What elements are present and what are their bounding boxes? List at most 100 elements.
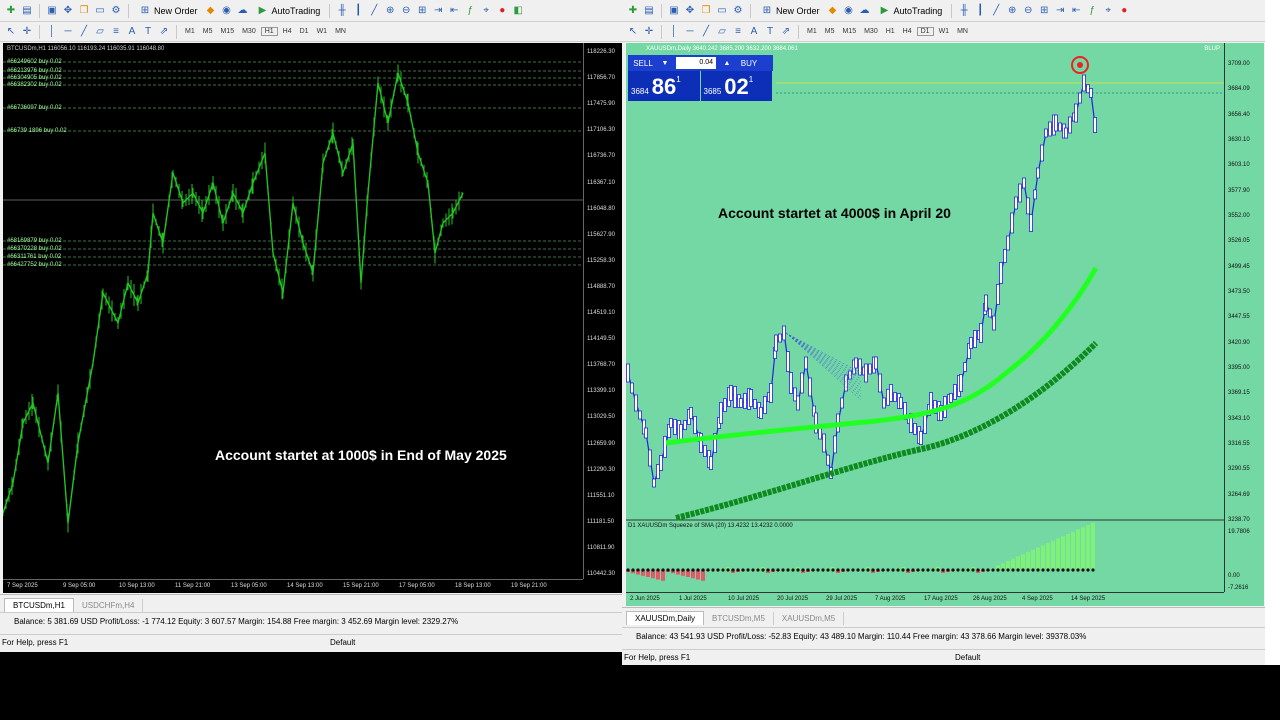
order-label[interactable]: #68169879 buy 0.02: [7, 238, 62, 244]
timeframe-w1[interactable]: W1: [314, 28, 331, 35]
tab-xauusdm-daily[interactable]: XAUUSDm,Daily: [626, 611, 705, 625]
buy-button[interactable]: BUY: [734, 59, 764, 68]
screenshot-icon[interactable]: ◧: [511, 4, 525, 18]
metaeditor-icon[interactable]: ◆: [204, 4, 218, 18]
candlestick-icon[interactable]: ┃: [351, 4, 365, 18]
order-label[interactable]: #66311761 buy 0.02: [7, 254, 61, 260]
horizontal-line-icon[interactable]: ─: [683, 25, 697, 39]
channel-icon[interactable]: ▱: [715, 25, 729, 39]
zoom-out-icon[interactable]: ⊖: [399, 4, 413, 18]
tab-xauusdm-m5[interactable]: XAUUSDm,M5: [774, 612, 845, 625]
indicators-icon[interactable]: ƒ: [1085, 4, 1099, 18]
signals-icon[interactable]: ◉: [842, 4, 856, 18]
timeframe-h4[interactable]: H4: [280, 28, 295, 35]
horizontal-line-icon[interactable]: ─: [61, 25, 75, 39]
price-scale[interactable]: 118226.30 117856.70 117475.90 117106.30 1167…: [583, 43, 623, 579]
timeframe-m15[interactable]: M15: [217, 28, 237, 35]
order-label[interactable]: #66382302 buy 0.02: [7, 82, 62, 88]
text-icon[interactable]: A: [747, 25, 761, 39]
order-label[interactable]: #66739 1896 buy 0.02: [7, 128, 67, 134]
crosshair-icon[interactable]: ✛: [20, 25, 34, 39]
timeframe-d1[interactable]: D1: [916, 27, 934, 36]
timeframe-h1[interactable]: H1: [260, 27, 278, 36]
order-label[interactable]: #66370228 buy 0.02: [7, 246, 62, 252]
vps-icon[interactable]: ☁: [236, 4, 250, 18]
timeframe-m15[interactable]: M15: [839, 28, 859, 35]
market-watch-icon[interactable]: ▣: [667, 4, 681, 18]
channel-icon[interactable]: ▱: [93, 25, 107, 39]
navigator-icon[interactable]: ✥: [61, 4, 75, 18]
label-icon[interactable]: T: [763, 25, 777, 39]
tester-icon[interactable]: ⚙: [731, 4, 745, 18]
zoom-in-icon[interactable]: ⊕: [383, 4, 397, 18]
bar-chart-icon[interactable]: ╫: [957, 4, 971, 18]
price-scale[interactable]: 3709.00 3684.09 3656.40 3630.10 3603.10 3577.…: [1224, 43, 1264, 592]
vps-icon[interactable]: ☁: [858, 4, 872, 18]
crosshair-icon[interactable]: ✛: [642, 25, 656, 39]
terminal-icon[interactable]: ▭: [715, 4, 729, 18]
signals-icon[interactable]: ◉: [220, 4, 234, 18]
tile-windows-icon[interactable]: ⊞: [415, 4, 429, 18]
timeframe-m5[interactable]: M5: [822, 28, 838, 35]
timeframe-m1[interactable]: M1: [804, 28, 820, 35]
line-chart-icon[interactable]: ╱: [989, 4, 1003, 18]
market-watch-icon[interactable]: ▣: [45, 4, 59, 18]
trendline-icon[interactable]: ╱: [699, 25, 713, 39]
folder-icon[interactable]: ❐: [699, 4, 713, 18]
order-label[interactable]: #66304905 buy 0.02: [7, 75, 62, 81]
lot-up-icon[interactable]: ▲: [720, 56, 734, 70]
timeframe-m5[interactable]: M5: [200, 28, 216, 35]
timeframe-m1[interactable]: M1: [182, 28, 198, 35]
candlestick-icon[interactable]: ┃: [973, 4, 987, 18]
fibonacci-icon[interactable]: ≡: [109, 25, 123, 39]
timeframe-m30[interactable]: M30: [861, 28, 881, 35]
vertical-line-icon[interactable]: │: [667, 25, 681, 39]
templates-icon[interactable]: ⌖: [479, 4, 493, 18]
arrows-icon[interactable]: ⇗: [779, 25, 793, 39]
chart-shift-icon[interactable]: ⇤: [1069, 4, 1083, 18]
profiles-icon[interactable]: ▤: [20, 4, 34, 18]
chart-shift-icon[interactable]: ⇤: [447, 4, 461, 18]
timeframe-h1[interactable]: H1: [883, 28, 898, 35]
text-icon[interactable]: A: [125, 25, 139, 39]
alert-icon[interactable]: ●: [1117, 4, 1131, 18]
xauusd-daily-chart[interactable]: XAUUSDm,Daily 3640.242 3685.200 3632.200…: [626, 43, 1264, 606]
templates-icon[interactable]: ⌖: [1101, 4, 1115, 18]
bar-chart-icon[interactable]: ╫: [335, 4, 349, 18]
lot-down-icon[interactable]: ▼: [658, 56, 672, 70]
order-label[interactable]: #66427752 buy 0.02: [7, 262, 62, 268]
btcusd-h1-chart[interactable]: BTCUSDm,H1 116056.10 116193.24 116035.91…: [3, 43, 623, 593]
zoom-in-icon[interactable]: ⊕: [1005, 4, 1019, 18]
label-icon[interactable]: T: [141, 25, 155, 39]
timeframe-m30[interactable]: M30: [239, 28, 259, 35]
cursor-icon[interactable]: ↖: [4, 25, 18, 39]
zoom-out-icon[interactable]: ⊖: [1021, 4, 1035, 18]
profiles-icon[interactable]: ▤: [642, 4, 656, 18]
navigator-icon[interactable]: ✥: [683, 4, 697, 18]
order-label[interactable]: #66736097 buy 0.02: [7, 105, 62, 111]
new-order-button[interactable]: ⊞ New Order: [756, 3, 824, 19]
trendline-icon[interactable]: ╱: [77, 25, 91, 39]
tester-icon[interactable]: ⚙: [109, 4, 123, 18]
tile-windows-icon[interactable]: ⊞: [1037, 4, 1051, 18]
buy-price[interactable]: 3685 02 1: [700, 71, 773, 101]
order-label[interactable]: #66213976 buy 0.02: [7, 68, 62, 74]
metaeditor-icon[interactable]: ◆: [826, 4, 840, 18]
sell-price[interactable]: 3684 86 1: [628, 71, 701, 101]
lot-size-input[interactable]: 0.04: [676, 57, 716, 69]
tab-btcusdm-m5[interactable]: BTCUSDm,M5: [704, 612, 774, 625]
arrows-icon[interactable]: ⇗: [157, 25, 171, 39]
time-scale[interactable]: 7 Sep 2025 9 Sep 05:00 10 Sep 13:00 11 Sep …: [3, 579, 583, 593]
time-scale[interactable]: 2 Jun 2025 1 Jul 2025 10 Jul 2025 20 Jul 20…: [626, 592, 1224, 606]
new-order-button[interactable]: ⊞ New Order: [134, 3, 202, 19]
terminal-icon[interactable]: ▭: [93, 4, 107, 18]
tab-usdchfm-h4[interactable]: USDCHFm,H4: [74, 599, 144, 612]
timeframe-h4[interactable]: H4: [900, 28, 915, 35]
line-chart-icon[interactable]: ╱: [367, 4, 381, 18]
autoscroll-icon[interactable]: ⇥: [1053, 4, 1067, 18]
indicators-icon[interactable]: ƒ: [463, 4, 477, 18]
folder-icon[interactable]: ❐: [77, 4, 91, 18]
new-chart-icon[interactable]: ✚: [4, 4, 18, 18]
autotrading-button[interactable]: ▶ AutoTrading: [874, 3, 947, 19]
fibonacci-icon[interactable]: ≡: [731, 25, 745, 39]
